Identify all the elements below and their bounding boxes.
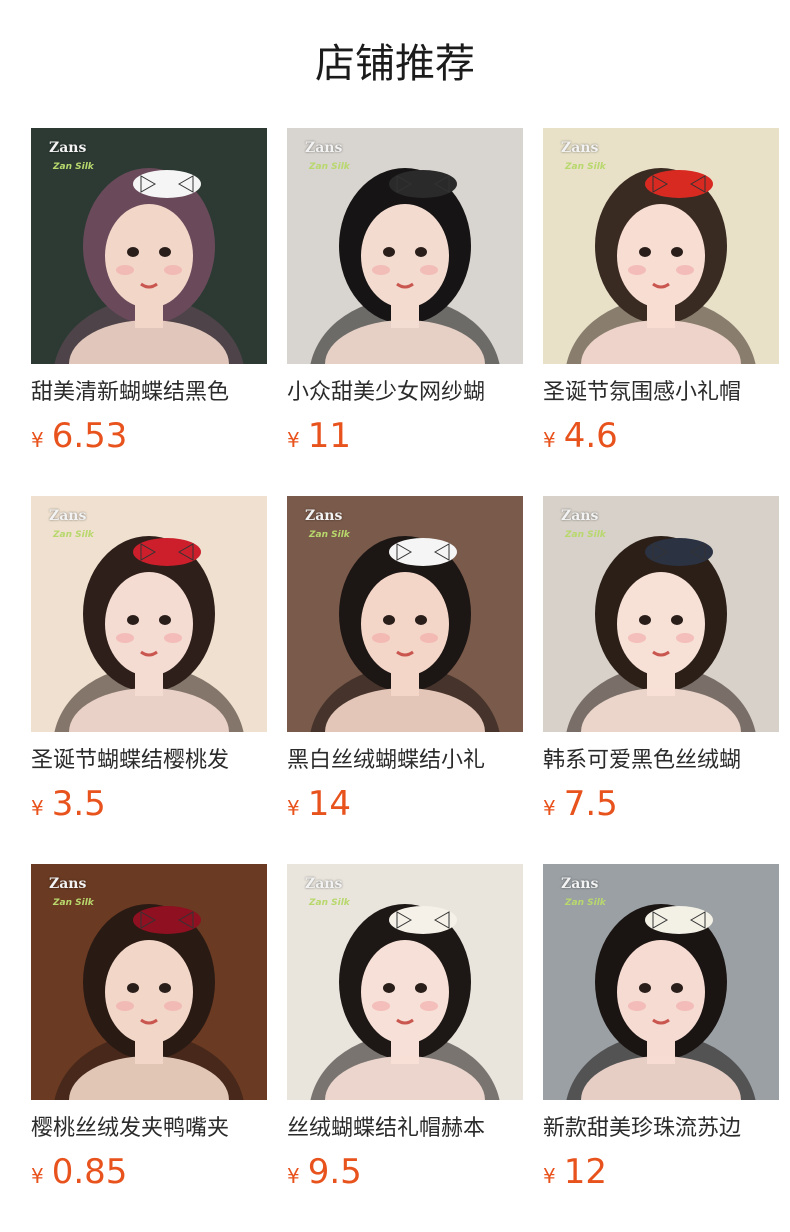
currency-symbol: ¥: [543, 796, 556, 820]
brand-watermark-sub: Zan Silk: [309, 530, 350, 540]
brand-watermark: Zans: [561, 140, 599, 156]
brand-watermark: Zans: [561, 508, 599, 524]
currency-symbol: ¥: [31, 428, 44, 452]
price-amount: 11: [307, 416, 351, 456]
currency-symbol: ¥: [287, 796, 300, 820]
product-image[interactable]: Zans Zan Silk: [287, 864, 523, 1100]
brand-watermark: Zans: [49, 508, 87, 524]
brand-watermark-sub: Zan Silk: [309, 898, 350, 908]
product-price: ¥4.6: [543, 416, 618, 456]
product-image[interactable]: Zans Zan Silk: [31, 496, 267, 732]
brand-watermark: Zans: [49, 140, 87, 156]
brand-watermark: Zans: [49, 876, 87, 892]
product-card[interactable]: Zans Zan Silk 黑白丝绒蝴蝶结小礼 ¥14: [287, 496, 523, 828]
brand-watermark-sub: Zan Silk: [565, 530, 606, 540]
price-amount: 3.5: [51, 784, 106, 824]
product-image[interactable]: Zans Zan Silk: [31, 864, 267, 1100]
product-card[interactable]: Zans Zan Silk 樱桃丝绒发夹鸭嘴夹 ¥0.85: [31, 864, 267, 1196]
product-image[interactable]: Zans Zan Silk: [543, 496, 779, 732]
currency-symbol: ¥: [543, 428, 556, 452]
product-price: ¥14: [287, 784, 351, 824]
product-image[interactable]: Zans Zan Silk: [31, 128, 267, 364]
product-name[interactable]: 圣诞节氛围感小礼帽: [543, 378, 779, 408]
product-image[interactable]: Zans Zan Silk: [543, 128, 779, 364]
brand-watermark-sub: Zan Silk: [53, 162, 94, 172]
product-image[interactable]: Zans Zan Silk: [287, 496, 523, 732]
price-amount: 9.5: [307, 1152, 362, 1192]
brand-watermark: Zans: [305, 140, 343, 156]
product-card[interactable]: Zans Zan Silk 韩系可爱黑色丝绒蝴 ¥7.5: [543, 496, 779, 828]
price-amount: 14: [307, 784, 351, 824]
product-image[interactable]: Zans Zan Silk: [543, 864, 779, 1100]
product-name[interactable]: 圣诞节蝴蝶结樱桃发: [31, 746, 267, 776]
price-amount: 0.85: [51, 1152, 128, 1192]
price-amount: 12: [563, 1152, 607, 1192]
product-name[interactable]: 小众甜美少女网纱蝴: [287, 378, 523, 408]
price-amount: 7.5: [563, 784, 618, 824]
brand-watermark-sub: Zan Silk: [53, 898, 94, 908]
product-card[interactable]: Zans Zan Silk 圣诞节氛围感小礼帽 ¥4.6: [543, 128, 779, 460]
currency-symbol: ¥: [31, 1164, 44, 1188]
brand-watermark-sub: Zan Silk: [565, 898, 606, 908]
product-name[interactable]: 丝绒蝴蝶结礼帽赫本: [287, 1114, 523, 1144]
brand-watermark: Zans: [305, 876, 343, 892]
product-price: ¥6.53: [31, 416, 127, 456]
brand-watermark: Zans: [561, 876, 599, 892]
product-price: ¥7.5: [543, 784, 618, 824]
price-amount: 6.53: [51, 416, 128, 456]
price-amount: 4.6: [563, 416, 618, 456]
product-name[interactable]: 新款甜美珍珠流苏边: [543, 1114, 779, 1144]
currency-symbol: ¥: [31, 796, 44, 820]
currency-symbol: ¥: [287, 1164, 300, 1188]
product-card[interactable]: Zans Zan Silk 新款甜美珍珠流苏边 ¥12: [543, 864, 779, 1196]
product-price: ¥11: [287, 416, 351, 456]
product-price: ¥9.5: [287, 1152, 362, 1192]
product-price: ¥12: [543, 1152, 607, 1192]
page-title: 店铺推荐: [315, 41, 475, 87]
brand-watermark-sub: Zan Silk: [309, 162, 350, 172]
product-price: ¥3.5: [31, 784, 106, 824]
product-card[interactable]: Zans Zan Silk 小众甜美少女网纱蝴 ¥11: [287, 128, 523, 460]
product-card[interactable]: Zans Zan Silk 丝绒蝴蝶结礼帽赫本 ¥9.5: [287, 864, 523, 1196]
product-name[interactable]: 甜美清新蝴蝶结黑色: [31, 378, 267, 408]
product-card[interactable]: Zans Zan Silk 圣诞节蝴蝶结樱桃发 ¥3.5: [31, 496, 267, 828]
brand-watermark: Zans: [305, 508, 343, 524]
product-card[interactable]: Zans Zan Silk 甜美清新蝴蝶结黑色 ¥6.53: [31, 128, 267, 460]
currency-symbol: ¥: [287, 428, 300, 452]
product-name[interactable]: 黑白丝绒蝴蝶结小礼: [287, 746, 523, 776]
currency-symbol: ¥: [543, 1164, 556, 1188]
product-name[interactable]: 韩系可爱黑色丝绒蝴: [543, 746, 779, 776]
product-price: ¥0.85: [31, 1152, 127, 1192]
store-recommendation-page: 店铺推荐 Zans Zan Silk 甜美清新蝴蝶结黑色 ¥6.53 Zans Zan S…: [0, 0, 790, 1232]
brand-watermark-sub: Zan Silk: [53, 530, 94, 540]
brand-watermark-sub: Zan Silk: [565, 162, 606, 172]
product-name[interactable]: 樱桃丝绒发夹鸭嘴夹: [31, 1114, 267, 1144]
product-image[interactable]: Zans Zan Silk: [287, 128, 523, 364]
